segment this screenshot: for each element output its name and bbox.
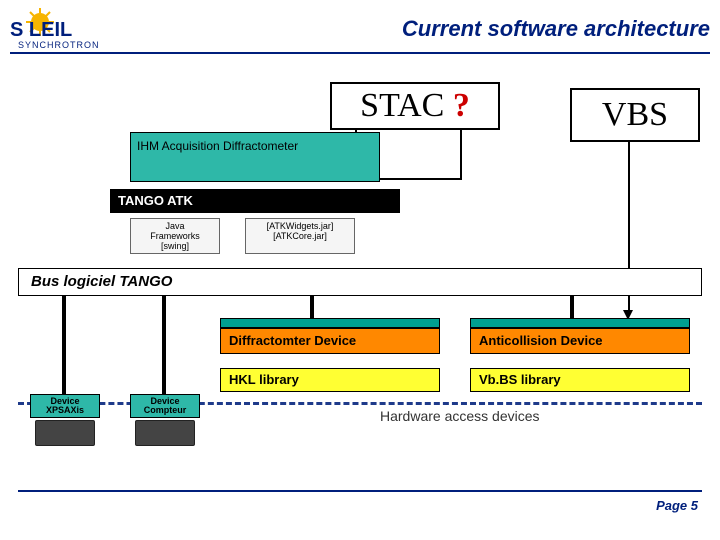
ihm-acquisition-box: IHM Acquisition Diffractometer [130, 132, 380, 182]
lib2-label: Vb.BS library [479, 372, 561, 387]
page-title: Current software architecture [402, 16, 710, 42]
lib1-label: HKL library [229, 372, 299, 387]
stac-label: STAC [360, 87, 444, 124]
anticollision-teal [470, 318, 690, 328]
hardware-separator [18, 402, 702, 405]
atk-label: TANGO ATK [118, 193, 193, 208]
diffractometer-device-box: Diffractomter Device [220, 328, 440, 354]
bus-stub-2 [162, 296, 166, 394]
hkl-library-box: HKL library [220, 368, 440, 392]
bus-stub-1 [62, 296, 66, 394]
device-xpsaxis: Device XPSAXis [30, 394, 100, 446]
tango-bus-box: Bus logiciel TANGO [18, 268, 702, 296]
logo-text-top: S LEIL [10, 19, 72, 41]
arrow-stac-2 [460, 130, 462, 180]
stac-question: ? [453, 87, 470, 124]
bus-stub-3 [310, 296, 314, 318]
tango-atk-box: TANGO ATK [110, 189, 400, 213]
mini1-label: Device XPSAXis [30, 394, 100, 418]
device-compteur: Device Compteur [130, 394, 200, 446]
fw2-label: [ATKWidgets.jar] [ATKCore.jar] [267, 221, 334, 241]
device-xpsaxis-image [35, 420, 95, 446]
logo-text-bot: SYNCHROTRON [18, 40, 100, 50]
fw1-label: Java Frameworks [swing] [150, 221, 200, 251]
footer-line [18, 490, 702, 492]
mini2-label: Device Compteur [130, 394, 200, 418]
bus-label: Bus logiciel TANGO [31, 273, 172, 290]
header-bar: S LEIL SYNCHROTRON Current software arch… [10, 6, 710, 54]
dev2-label: Anticollision Device [479, 333, 603, 348]
java-framework-box: Java Frameworks [swing] [130, 218, 220, 254]
stac-box: STAC ? [330, 82, 500, 130]
vbbs-library-box: Vb.BS library [470, 368, 690, 392]
dev1-label: Diffractomter Device [229, 333, 356, 348]
vbs-box: VBS [570, 88, 700, 142]
soleil-logo: S LEIL SYNCHROTRON [10, 6, 120, 57]
ihm-label: IHM Acquisition Diffractometer [137, 139, 298, 153]
diffractometer-teal [220, 318, 440, 328]
device-compteur-image [135, 420, 195, 446]
hardware-access-label: Hardware access devices [380, 408, 540, 424]
page-number: Page 5 [656, 498, 698, 513]
atk-jars-box: [ATKWidgets.jar] [ATKCore.jar] [245, 218, 355, 254]
vbs-label: VBS [602, 96, 668, 133]
anticollision-device-box: Anticollision Device [470, 328, 690, 354]
bus-stub-4 [570, 296, 574, 318]
